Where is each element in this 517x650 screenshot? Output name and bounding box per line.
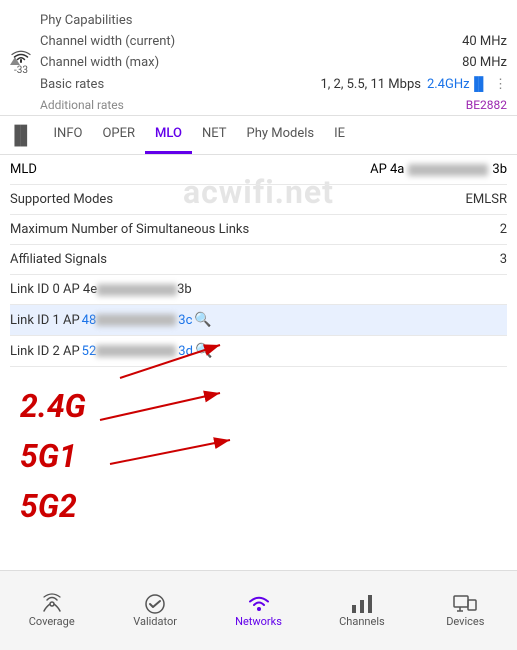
phy-cap-row: Phy Capabilities: [40, 10, 507, 31]
link2-ip: [96, 345, 176, 357]
link0-end: 3b: [177, 282, 192, 297]
ch-width-max-label: Channel width (max): [40, 55, 159, 70]
tab-ie[interactable]: IE: [324, 116, 355, 154]
search-icon-1[interactable]: 🔍: [194, 312, 211, 328]
wifi-icon-area: -33: [10, 49, 32, 76]
phy-cap-label: Phy Capabilities: [40, 13, 132, 28]
channels-icon: [350, 593, 374, 615]
wifi-icon: [10, 49, 32, 65]
link1-id-link[interactable]: 3c: [178, 313, 192, 328]
max-links-row: Maximum Number of Simultaneous Links 2: [10, 215, 507, 245]
additional-rates-label: Additional rates: [40, 98, 124, 112]
nav-coverage[interactable]: Coverage: [0, 585, 103, 628]
link1-text: Link ID 1 AP: [10, 313, 80, 328]
max-links-value: 2: [500, 222, 507, 237]
top-header: -33 Phy Capabilities Channel width (curr…: [10, 6, 507, 115]
ch-width-max-value: 80 MHz: [462, 55, 507, 70]
link1-ip: [96, 314, 176, 326]
coverage-label: Coverage: [29, 615, 75, 628]
supported-modes-label: Supported Modes: [10, 192, 113, 207]
ch-width-current-row: Channel width (current) 40 MHz: [40, 31, 507, 52]
networks-icon: [245, 593, 273, 615]
link2-row: Link ID 2 AP 52 3d 🔍: [10, 336, 507, 367]
link2-ap-link[interactable]: 52: [82, 344, 97, 359]
bar-chart-icon[interactable]: ▐▌: [8, 125, 34, 146]
ch-width-current-value: 40 MHz: [462, 34, 507, 49]
more-icon[interactable]: ⋮: [494, 77, 507, 92]
nav-channels[interactable]: Channels: [310, 585, 413, 628]
link1-ap-link[interactable]: 48: [82, 313, 97, 328]
supported-modes-value: EMLSR: [466, 192, 507, 207]
top-bar: -33 Phy Capabilities Channel width (curr…: [0, 0, 517, 116]
affiliated-row: Affiliated Signals 3: [10, 245, 507, 275]
tabs-bar: ▐▌ INFO OPER MLO NET Phy Models IE: [0, 116, 517, 155]
tab-oper[interactable]: OPER: [92, 116, 145, 154]
mld-ap: AP 4a: [370, 162, 404, 177]
bottom-nav: Coverage Validator Networks Channels: [0, 570, 517, 650]
basic-rates-value: 1, 2, 5.5, 11 Mbps: [320, 77, 421, 92]
mld-row: MLD AP 4a 3b: [10, 155, 507, 185]
networks-label: Networks: [235, 615, 282, 628]
top-rows: Phy Capabilities Channel width (current)…: [40, 10, 507, 115]
mld-left: MLD: [10, 162, 37, 177]
tab-phy-models[interactable]: Phy Models: [237, 116, 325, 154]
validator-icon: [143, 593, 167, 615]
link0-ip: [97, 284, 177, 296]
basic-rates-row: Basic rates 1, 2, 5.5, 11 Mbps 2.4GHz▐▌ …: [40, 73, 507, 95]
mld-ip-blurred: [408, 164, 488, 176]
mld-id: 3b: [492, 162, 507, 177]
ch-width-max-row: Channel width (max) 80 MHz: [40, 52, 507, 73]
tab-info[interactable]: INFO: [44, 116, 93, 154]
affiliated-label: Affiliated Signals: [10, 252, 107, 267]
content-area: acwifi.net MLD AP 4a 3b Supported Modes …: [0, 155, 517, 547]
ann-5g2-label: 5G2: [20, 487, 77, 525]
devices-label: Devices: [446, 615, 484, 628]
basic-rates-freq[interactable]: 2.4GHz▐▌: [427, 76, 488, 92]
tab-net[interactable]: NET: [192, 116, 237, 154]
mld-right: AP 4a 3b: [370, 162, 507, 177]
tab-mlo[interactable]: MLO: [145, 116, 192, 154]
devices-icon: [452, 593, 478, 615]
be-label: BE2882: [466, 98, 507, 112]
ch-width-current-label: Channel width (current): [40, 34, 175, 49]
link0-row: Link ID 0 AP 4e 3b: [10, 275, 507, 305]
affiliated-value: 3: [500, 252, 507, 267]
coverage-icon: [39, 593, 65, 615]
link2-id-link[interactable]: 3d: [178, 344, 193, 359]
validator-label: Validator: [133, 615, 177, 628]
channels-label: Channels: [339, 615, 385, 628]
nav-networks[interactable]: Networks: [207, 585, 310, 628]
link1-row: Link ID 1 AP 48 3c 🔍: [10, 305, 507, 336]
ann-2g-label: 2.4G: [20, 387, 86, 425]
nav-devices[interactable]: Devices: [414, 585, 517, 628]
supported-modes-row: Supported Modes EMLSR: [10, 185, 507, 215]
nav-validator[interactable]: Validator: [103, 585, 206, 628]
dbm-label: -33: [14, 65, 28, 76]
search-icon-2[interactable]: 🔍: [195, 343, 212, 359]
additional-rates-row: Additional rates BE2882: [40, 95, 507, 115]
basic-rates-label: Basic rates: [40, 77, 104, 92]
max-links-label: Maximum Number of Simultaneous Links: [10, 222, 249, 237]
link2-text: Link ID 2 AP: [10, 344, 80, 359]
annotation-area: 2.4G 5G1 5G2: [10, 367, 507, 547]
mld-label: MLD: [10, 162, 37, 177]
ann-5g1-label: 5G1: [20, 437, 77, 475]
link0-text: Link ID 0 AP 4e: [10, 282, 97, 297]
